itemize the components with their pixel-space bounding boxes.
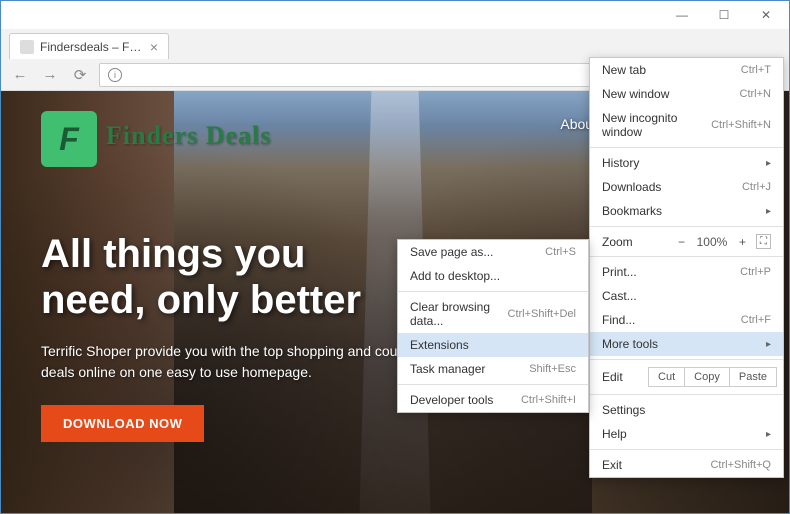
menu-label: New window bbox=[602, 87, 669, 101]
menu-print[interactable]: Print... Ctrl+P bbox=[590, 260, 783, 284]
menu-more-tools[interactable]: More tools ▸ bbox=[590, 332, 783, 356]
menu-shortcut: Ctrl+T bbox=[741, 64, 771, 76]
menu-separator bbox=[590, 449, 783, 450]
zoom-level: 100% bbox=[695, 235, 729, 249]
menu-label: Edit bbox=[602, 370, 648, 384]
download-button[interactable]: DOWNLOAD NOW bbox=[41, 405, 204, 442]
browser-tab[interactable]: Findersdeals – Findersde... × bbox=[9, 33, 169, 59]
menu-cast[interactable]: Cast... bbox=[590, 284, 783, 308]
maximize-button[interactable]: ☐ bbox=[703, 2, 745, 28]
submenu-arrow-icon: ▸ bbox=[766, 206, 771, 217]
menu-shortcut: Ctrl+S bbox=[545, 246, 576, 258]
submenu-arrow-icon: ▸ bbox=[766, 339, 771, 350]
menu-settings[interactable]: Settings bbox=[590, 398, 783, 422]
window-controls: — ☐ ✕ bbox=[661, 2, 787, 28]
submenu-clear-data[interactable]: Clear browsing data... Ctrl+Shift+Del bbox=[398, 295, 588, 333]
menu-bookmarks[interactable]: Bookmarks ▸ bbox=[590, 199, 783, 223]
menu-separator bbox=[398, 384, 588, 385]
menu-separator bbox=[590, 226, 783, 227]
browser-window: — ☐ ✕ Findersdeals – Findersde... × ← → … bbox=[0, 0, 790, 514]
hero-subtitle: Terrific Shoper provide you with the top… bbox=[41, 341, 421, 383]
menu-find[interactable]: Find... Ctrl+F bbox=[590, 308, 783, 332]
menu-label: More tools bbox=[602, 337, 658, 351]
menu-new-window[interactable]: New window Ctrl+N bbox=[590, 82, 783, 106]
menu-new-tab[interactable]: New tab Ctrl+T bbox=[590, 58, 783, 82]
menu-shortcut: Ctrl+Shift+I bbox=[521, 394, 576, 406]
submenu-save-page[interactable]: Save page as... Ctrl+S bbox=[398, 240, 588, 264]
menu-label: Settings bbox=[602, 403, 645, 417]
menu-label: Downloads bbox=[602, 180, 661, 194]
menu-label: New tab bbox=[602, 63, 646, 77]
menu-separator bbox=[398, 291, 588, 292]
edit-copy-button[interactable]: Copy bbox=[685, 367, 730, 387]
more-tools-submenu: Save page as... Ctrl+S Add to desktop...… bbox=[397, 239, 589, 413]
zoom-out-button[interactable]: − bbox=[678, 235, 685, 249]
menu-help[interactable]: Help ▸ bbox=[590, 422, 783, 446]
menu-shortcut: Ctrl+J bbox=[742, 181, 771, 193]
window-titlebar: — ☐ ✕ bbox=[1, 1, 789, 29]
menu-label: Clear browsing data... bbox=[410, 300, 508, 328]
submenu-add-desktop[interactable]: Add to desktop... bbox=[398, 264, 588, 288]
menu-history[interactable]: History ▸ bbox=[590, 151, 783, 175]
menu-edit: Edit Cut Copy Paste bbox=[590, 363, 783, 391]
menu-label: Exit bbox=[602, 458, 622, 472]
fullscreen-button[interactable]: ⛶ bbox=[756, 234, 771, 249]
menu-shortcut: Ctrl+P bbox=[740, 266, 771, 278]
site-logo-badge: F bbox=[41, 111, 97, 167]
logo-letter: F bbox=[59, 121, 79, 158]
menu-shortcut: Ctrl+F bbox=[741, 314, 771, 326]
menu-label: History bbox=[602, 156, 639, 170]
menu-label: Save page as... bbox=[410, 245, 493, 259]
menu-shortcut: Ctrl+Shift+N bbox=[711, 119, 771, 131]
menu-label: Bookmarks bbox=[602, 204, 662, 218]
submenu-arrow-icon: ▸ bbox=[766, 158, 771, 169]
close-button[interactable]: ✕ bbox=[745, 2, 787, 28]
menu-exit[interactable]: Exit Ctrl+Shift+Q bbox=[590, 453, 783, 477]
tab-close-icon[interactable]: × bbox=[150, 39, 158, 55]
menu-label: Add to desktop... bbox=[410, 269, 500, 283]
submenu-extensions[interactable]: Extensions bbox=[398, 333, 588, 357]
hero-section: All things you need, only better Terrifi… bbox=[41, 231, 421, 442]
menu-label: New incognito window bbox=[602, 111, 711, 139]
chrome-menu: New tab Ctrl+T New window Ctrl+N New inc… bbox=[589, 57, 784, 478]
submenu-task-manager[interactable]: Task manager Shift+Esc bbox=[398, 357, 588, 381]
menu-shortcut: Ctrl+Shift+Del bbox=[508, 308, 576, 320]
site-info-icon[interactable]: i bbox=[108, 68, 122, 82]
menu-new-incognito[interactable]: New incognito window Ctrl+Shift+N bbox=[590, 106, 783, 144]
reload-button[interactable]: ⟳ bbox=[69, 64, 91, 86]
menu-label: Print... bbox=[602, 265, 637, 279]
edit-paste-button[interactable]: Paste bbox=[730, 367, 777, 387]
zoom-in-button[interactable]: + bbox=[739, 235, 746, 249]
menu-label: Extensions bbox=[410, 338, 469, 352]
menu-zoom: Zoom − 100% + ⛶ bbox=[590, 230, 783, 253]
menu-label: Developer tools bbox=[410, 393, 493, 407]
menu-downloads[interactable]: Downloads Ctrl+J bbox=[590, 175, 783, 199]
forward-button[interactable]: → bbox=[39, 64, 61, 86]
site-logo-text: Finders Deals bbox=[106, 121, 271, 151]
back-button[interactable]: ← bbox=[9, 64, 31, 86]
menu-shortcut: Shift+Esc bbox=[529, 363, 576, 375]
menu-label: Task manager bbox=[410, 362, 485, 376]
menu-separator bbox=[590, 256, 783, 257]
menu-separator bbox=[590, 359, 783, 360]
tab-bar: Findersdeals – Findersde... × bbox=[1, 29, 789, 59]
menu-separator bbox=[590, 394, 783, 395]
menu-label: Find... bbox=[602, 313, 635, 327]
hero-title: All things you need, only better bbox=[41, 231, 421, 323]
minimize-button[interactable]: — bbox=[661, 2, 703, 28]
menu-label: Cast... bbox=[602, 289, 637, 303]
edit-cut-button[interactable]: Cut bbox=[648, 367, 685, 387]
menu-shortcut: Ctrl+Shift+Q bbox=[710, 459, 771, 471]
submenu-arrow-icon: ▸ bbox=[766, 429, 771, 440]
menu-label: Zoom bbox=[602, 235, 670, 249]
menu-label: Help bbox=[602, 427, 627, 441]
tab-title: Findersdeals – Findersde... bbox=[40, 40, 144, 54]
submenu-developer-tools[interactable]: Developer tools Ctrl+Shift+I bbox=[398, 388, 588, 412]
menu-shortcut: Ctrl+N bbox=[740, 88, 771, 100]
menu-separator bbox=[590, 147, 783, 148]
favicon-icon bbox=[20, 40, 34, 54]
